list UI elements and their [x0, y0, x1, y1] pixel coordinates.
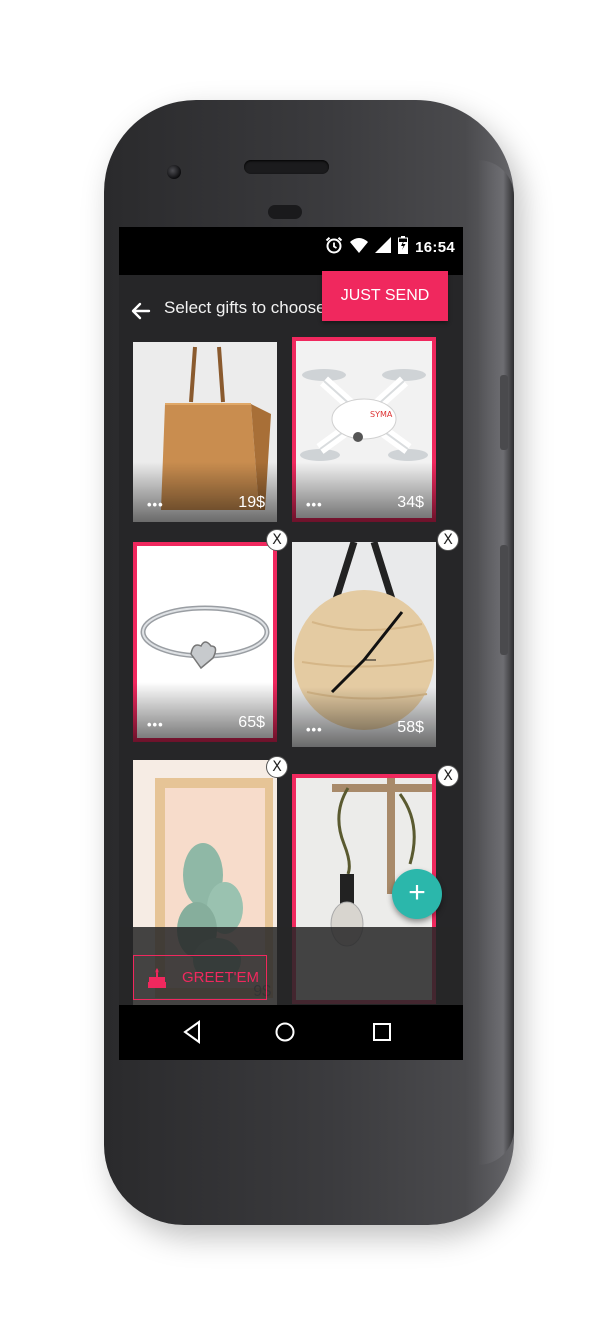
- more-options-button[interactable]: •••: [147, 717, 164, 732]
- power-button: [500, 545, 508, 655]
- back-triangle-icon[interactable]: [177, 1017, 207, 1047]
- svg-text:SYMA: SYMA: [370, 410, 393, 419]
- plus-icon[interactable]: +: [392, 869, 442, 919]
- remove-gift-button[interactable]: X: [437, 529, 459, 551]
- gift-price: 19$: [238, 494, 265, 511]
- card-shade: [292, 462, 436, 522]
- gift-card-bracelet[interactable]: ••• 65$: [133, 542, 277, 742]
- status-time: 16:54: [415, 239, 455, 256]
- remove-gift-button[interactable]: X: [437, 765, 459, 787]
- phone-rim: [478, 160, 514, 1165]
- cake-icon: [148, 968, 166, 993]
- front-camera: [167, 165, 181, 179]
- home-circle-icon[interactable]: [270, 1017, 300, 1047]
- gift-card-drone[interactable]: SYMA ••• 34$: [292, 337, 436, 522]
- recents-square-icon[interactable]: [367, 1017, 397, 1047]
- more-options-button[interactable]: •••: [306, 497, 323, 512]
- remove-gift-button[interactable]: X: [266, 756, 288, 778]
- more-options-button[interactable]: •••: [306, 722, 323, 737]
- card-shade: [133, 682, 277, 742]
- just-send-button[interactable]: JUST SEND: [322, 271, 448, 321]
- arrow-left-icon[interactable]: [129, 299, 153, 323]
- gift-card-wall-clock[interactable]: ••• 58$: [292, 542, 436, 747]
- app-screen: 16:54 Select gifts to choose from ••• 19…: [119, 227, 463, 1060]
- volume-button: [500, 375, 508, 450]
- navigation-bar: [119, 1005, 463, 1060]
- more-options-button[interactable]: •••: [147, 497, 164, 512]
- card-shade: [292, 687, 436, 747]
- gift-price: 34$: [397, 494, 424, 511]
- gift-card-tote-bag[interactable]: ••• 19$: [133, 342, 277, 522]
- greet-label: GREET'EM: [182, 969, 260, 986]
- remove-gift-button[interactable]: X: [266, 529, 288, 551]
- gift-price: 58$: [397, 719, 424, 736]
- battery-icon: [398, 236, 409, 259]
- action-bar: GREET'EM: [119, 927, 463, 1005]
- signal-icon: [375, 237, 392, 258]
- proximity-sensor: [268, 205, 302, 219]
- earpiece-speaker: [244, 160, 329, 174]
- alarm-icon: [325, 236, 343, 259]
- card-shade: [133, 462, 277, 522]
- gift-price: 65$: [238, 714, 265, 731]
- greet-button[interactable]: GREET'EM: [133, 955, 267, 1000]
- status-bar: 16:54: [119, 227, 463, 275]
- wifi-icon: [350, 237, 369, 258]
